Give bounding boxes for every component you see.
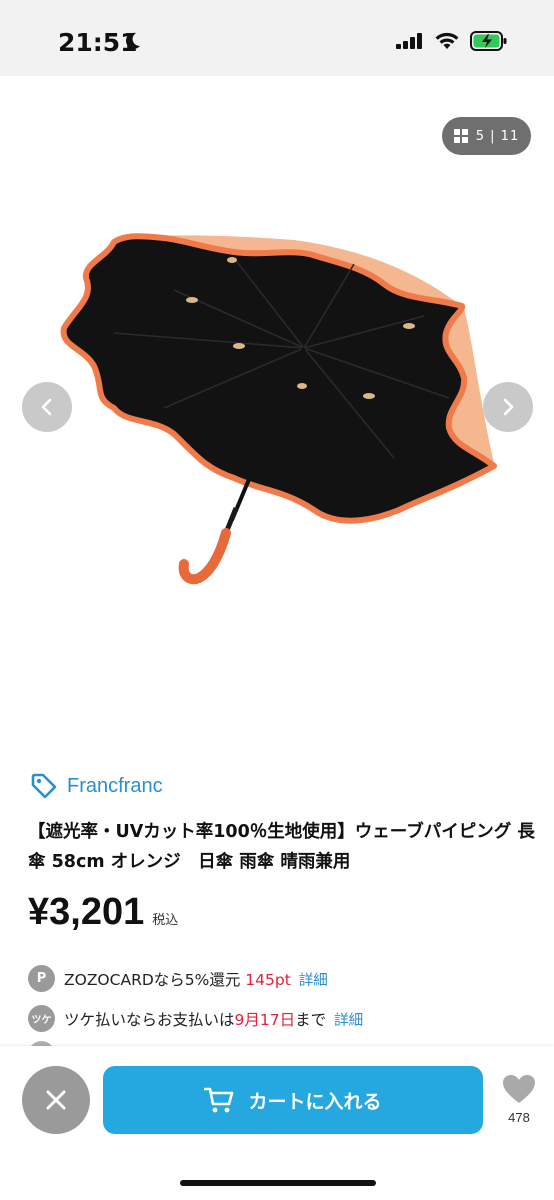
moon-icon xyxy=(125,32,140,49)
heart-icon xyxy=(503,1075,535,1103)
tax-label: 税込 xyxy=(152,913,179,928)
image-counter-badge[interactable]: 5 | 11 xyxy=(442,117,531,155)
brand-link[interactable]: Francfranc xyxy=(30,771,163,801)
points-detail-link[interactable]: 詳細 xyxy=(299,973,328,989)
zozocard-points-row: P ZOZOCARDなら5%還元 145pt 詳細 xyxy=(28,965,328,992)
favorite-button[interactable]: 478 xyxy=(498,1074,540,1125)
tsuke-payment-row: ツケ ツケ払いならお支払いは9月17日まで 詳細 xyxy=(28,1005,363,1032)
tsuke-text: ツケ払いならお支払いは xyxy=(64,1010,235,1029)
price-row: ¥3,201 税込 xyxy=(28,891,178,934)
wifi-icon xyxy=(435,32,459,49)
battery-charging-icon xyxy=(470,31,507,51)
close-icon xyxy=(46,1090,66,1110)
points-text: ZOZOCARDなら5%還元 xyxy=(64,970,246,989)
tsuke-detail-link[interactable]: 詳細 xyxy=(334,1013,363,1029)
cart-icon xyxy=(204,1087,234,1113)
tsuke-text-after: まで xyxy=(295,1010,327,1029)
product-image-umbrella xyxy=(60,233,497,585)
tsuke-date: 9月17日 xyxy=(234,1010,296,1029)
price-value: ¥3,201 xyxy=(28,891,145,933)
close-button[interactable] xyxy=(22,1066,90,1134)
image-counter-text: 5 | 11 xyxy=(475,128,520,144)
points-value: 145pt xyxy=(245,970,291,989)
add-to-cart-label: カートに入れる xyxy=(248,1090,382,1113)
grid-icon xyxy=(453,129,468,143)
tsuke-icon: ツケ xyxy=(28,1005,55,1032)
product-title: 【遮光率・UVカット率100％生地使用】ウェーブパイピング 長傘 58cm オレ… xyxy=(28,822,535,872)
previous-image-button[interactable] xyxy=(22,382,72,432)
chevron-left-icon xyxy=(41,398,52,416)
product-page: 21:51 5 | 11 Francfranc 【遮光率・UVカット率100％生… xyxy=(0,0,554,1200)
brand-name: Francfranc xyxy=(67,774,163,797)
points-icon: P xyxy=(28,965,55,992)
tag-icon xyxy=(31,773,57,799)
chevron-right-icon xyxy=(503,398,514,416)
status-bar: 21:51 xyxy=(0,0,554,76)
next-image-button[interactable] xyxy=(483,382,533,432)
cellular-signal-icon xyxy=(396,33,422,49)
favorite-count: 478 xyxy=(508,1110,530,1125)
add-to-cart-button[interactable]: カートに入れる xyxy=(103,1066,483,1134)
home-indicator xyxy=(180,1180,376,1186)
